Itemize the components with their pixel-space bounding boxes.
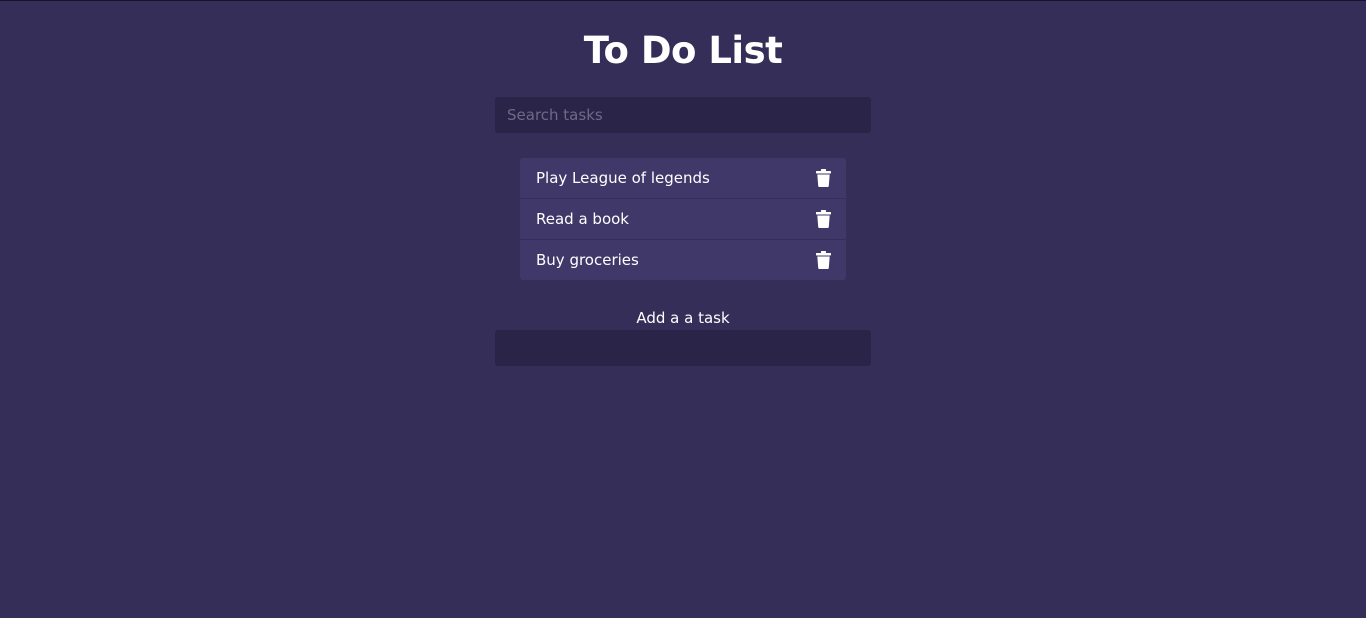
trash-icon: [815, 210, 831, 228]
list-item: Read a book: [520, 199, 846, 240]
task-label: Read a book: [536, 210, 629, 228]
page-title: To Do List: [583, 29, 783, 72]
task-list: Play League of legends Read a book Buy g…: [520, 158, 846, 280]
delete-task-button[interactable]: [815, 210, 831, 228]
search-form: [495, 97, 871, 133]
delete-task-button[interactable]: [815, 169, 831, 187]
task-label: Buy groceries: [536, 251, 639, 269]
trash-icon: [815, 251, 831, 269]
trash-icon: [815, 169, 831, 187]
list-item: Play League of legends: [520, 158, 846, 199]
todo-app: To Do List Play League of legends Read a…: [0, 1, 1366, 618]
add-task-input[interactable]: [495, 330, 871, 366]
task-label: Play League of legends: [536, 169, 710, 187]
add-task-form: [495, 330, 871, 366]
list-item: Buy groceries: [520, 240, 846, 280]
add-task-label: Add a a task: [636, 309, 730, 327]
delete-task-button[interactable]: [815, 251, 831, 269]
search-input[interactable]: [495, 97, 871, 133]
